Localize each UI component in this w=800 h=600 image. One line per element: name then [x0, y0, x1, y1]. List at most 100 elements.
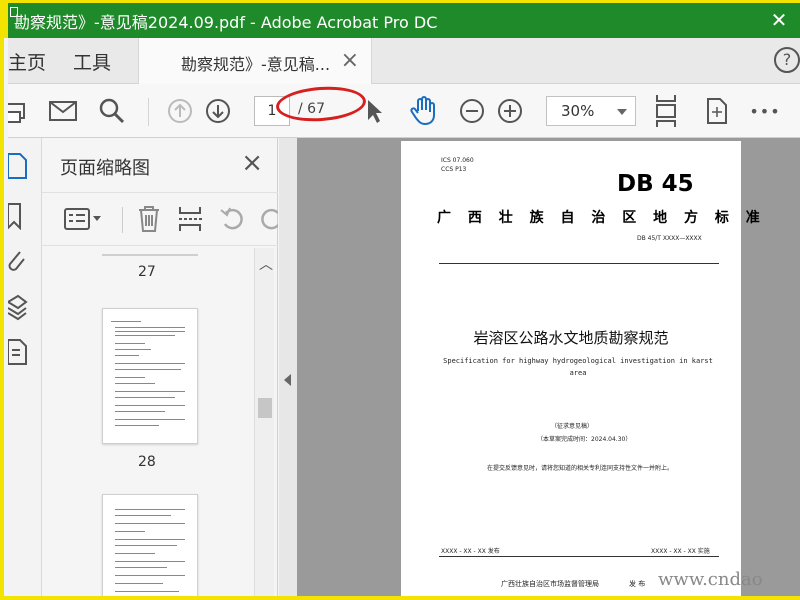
close-window-button[interactable]: ✕: [764, 7, 794, 33]
text-line: [115, 405, 185, 406]
document-view[interactable]: ICS 07.060 CCS P13 DB 45 广 西 壮 族 自 治 区 地…: [297, 138, 800, 596]
chevron-down-icon: [617, 109, 627, 115]
text-line: [115, 411, 165, 412]
implement-date: XXXX - XX - XX 实施: [651, 548, 710, 555]
text-line: [115, 539, 185, 540]
tab-home[interactable]: 主页: [8, 48, 46, 75]
draft-date: （本草案完成时间：2024.04.30）: [537, 436, 632, 443]
fit-page-icon[interactable]: [652, 92, 680, 130]
thumbnail-page-number: 28: [138, 454, 156, 470]
options-menu-icon[interactable]: [64, 207, 102, 235]
text-line: [115, 397, 175, 398]
toolbar: 1 / 67 30% •••: [8, 84, 800, 138]
standard-type: 广 西 壮 族 自 治 区 地 方 标 准: [437, 210, 766, 226]
thumbnail-scrollbar[interactable]: ︿: [254, 248, 274, 596]
text-line: [115, 369, 181, 370]
page-thumbnails-panel: 页面缩略图 × 27 28 ︿: [42, 138, 278, 596]
text-line: [115, 561, 185, 562]
title-bar: 勘察规范》-意见稿2024.09.pdf - Adobe Acrobat Pro…: [4, 0, 800, 38]
rotate-page-icon[interactable]: [702, 96, 730, 126]
close-panel-button[interactable]: ×: [241, 148, 263, 178]
text-line: [115, 425, 159, 426]
thumbnail-page-edge: [102, 254, 198, 256]
text-line: [115, 383, 155, 384]
text-line: [111, 321, 141, 322]
text-line: [115, 335, 175, 336]
hand-tool-icon[interactable]: [408, 96, 438, 126]
text-line: [115, 419, 185, 420]
more-tools-button[interactable]: •••: [749, 96, 780, 126]
text-line: [115, 575, 185, 576]
zoom-out-icon[interactable]: [458, 96, 486, 126]
tab-tools[interactable]: 工具: [73, 48, 111, 75]
bookmark-icon[interactable]: [7, 200, 30, 231]
text-line: [115, 531, 145, 532]
ics-code: ICS 07.060: [441, 157, 474, 164]
thumbnail-page-number: 27: [138, 264, 156, 280]
text-line: [115, 349, 151, 350]
search-icon[interactable]: [98, 96, 126, 126]
chevron-left-icon: [284, 374, 291, 386]
text-line: [115, 515, 171, 516]
toolbar-separator: [148, 98, 149, 126]
tab-close-button[interactable]: ×: [341, 48, 359, 73]
footer-rule: [439, 556, 719, 557]
attachment-icon[interactable]: [8, 246, 30, 276]
tab-document[interactable]: 勘察规范》-意见稿... ×: [138, 38, 372, 84]
watermark: www.cndao: [658, 569, 763, 590]
rotate-clockwise-icon[interactable]: [258, 205, 278, 233]
chevron-up-icon[interactable]: ︿: [259, 254, 273, 274]
text-line: [115, 545, 177, 546]
page-thumbnails-icon[interactable]: [7, 150, 30, 180]
panel-toolbar: [42, 192, 278, 246]
text-line: [115, 591, 179, 592]
panel-collapse-handle[interactable]: [279, 138, 297, 596]
text-line: [115, 523, 185, 524]
scrollbar-thumb[interactable]: [258, 398, 272, 418]
db45-logo: DB 45: [617, 171, 694, 197]
email-icon[interactable]: [48, 96, 78, 126]
layers-icon[interactable]: [6, 292, 30, 322]
publish-date: XXXX - XX - XX 发布: [441, 548, 500, 555]
delete-page-icon[interactable]: [138, 205, 160, 237]
select-cursor-icon[interactable]: [364, 96, 386, 126]
issuer-suffix: 发 布: [629, 580, 646, 588]
help-button[interactable]: ?: [774, 47, 800, 73]
standard-number: DB 45/T XXXX—XXXX: [637, 235, 702, 242]
print-icon[interactable]: [8, 96, 28, 126]
zoom-select[interactable]: 30%: [546, 96, 636, 126]
text-line: [115, 509, 185, 510]
text-line: [115, 567, 167, 568]
thumbnail-page[interactable]: [102, 494, 198, 596]
header-rule: [439, 263, 719, 264]
zoom-in-icon[interactable]: [496, 96, 524, 126]
document-info-icon[interactable]: [7, 336, 30, 366]
document-title-en: Specification for highway hydrogeologica…: [443, 357, 713, 377]
document-title-cn: 岩溶区公路水文地质勘察规范: [473, 329, 669, 347]
pdf-page: ICS 07.060 CCS P13 DB 45 广 西 壮 族 自 治 区 地…: [401, 141, 766, 596]
text-line: [115, 553, 155, 554]
previous-page-icon[interactable]: [166, 96, 194, 126]
window-title: 勘察规范》-意见稿2024.09.pdf - Adobe Acrobat Pro…: [14, 13, 438, 32]
text-line: [115, 391, 185, 392]
tab-document-label: 勘察规范》-意见稿...: [181, 55, 331, 74]
text-line: [115, 343, 145, 344]
patent-notice: 在提交反馈意见时，请将您知道的相关专利连同支持性文件一并附上。: [487, 465, 674, 472]
text-line: [115, 331, 185, 332]
text-line: [115, 327, 185, 328]
thumbnail-list[interactable]: 27 28: [42, 248, 278, 596]
thumbnail-page[interactable]: [102, 308, 198, 444]
text-line: [115, 377, 145, 378]
panel-separator: [122, 207, 123, 233]
zoom-value: 30%: [561, 102, 595, 120]
insert-page-icon[interactable]: [178, 205, 204, 237]
text-line: [115, 583, 163, 584]
tab-bar: 主页 工具 勘察规范》-意见稿... × ?: [8, 38, 800, 84]
rotate-counterclockwise-icon[interactable]: [220, 205, 246, 237]
issuer: 广西壮族自治区市场监督管理局: [501, 580, 599, 588]
text-line: [115, 355, 139, 356]
text-line: [115, 363, 185, 364]
panel-title: 页面缩略图: [60, 158, 150, 179]
next-page-icon[interactable]: [204, 96, 232, 126]
navigation-icon-strip: [6, 138, 42, 596]
